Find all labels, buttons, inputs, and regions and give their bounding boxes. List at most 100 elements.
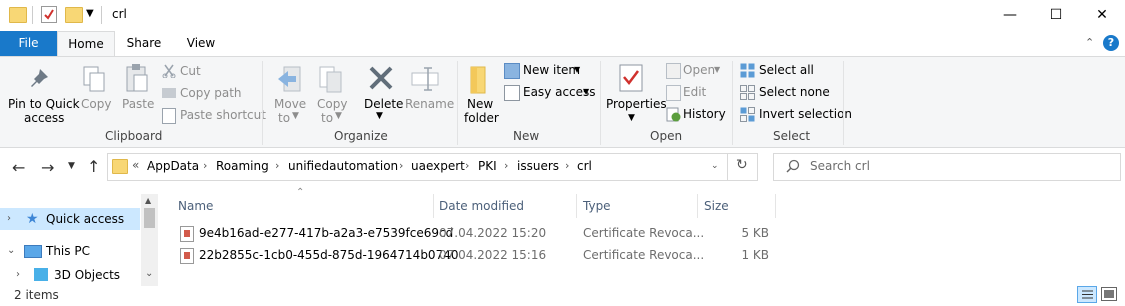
select-none-button[interactable]: Select none [759,85,830,99]
select-none-icon [740,85,755,103]
file-date: 07.04.2022 15:16 [439,248,547,262]
breadcrumb-overflow-icon[interactable]: « [132,158,139,172]
column-separator[interactable] [433,194,434,218]
new-folder-icon[interactable] [65,7,83,23]
collapse-ribbon-icon[interactable]: ⌃ [1085,36,1094,49]
large-icons-view-icon[interactable] [1101,287,1117,301]
tab-file[interactable]: File [0,31,57,56]
pin-quick-access-button[interactable]: Pin to Quick [8,97,80,111]
properties-button[interactable]: Properties [606,97,667,111]
breadcrumb-chevron-icon[interactable]: › [399,159,403,172]
rename-icon [410,65,440,96]
breadcrumb-appdata[interactable]: AppData [147,159,199,173]
column-header-date[interactable]: Date modified [439,196,524,216]
chevron-down-icon: ▼ [335,111,342,121]
up-arrow-icon[interactable]: ↑ [87,157,100,176]
breadcrumb-issuers[interactable]: issuers [517,159,559,173]
ribbon-tabs: File Home Share View ⌃ ? [0,31,1125,57]
paste-shortcut-button[interactable]: Paste shortcut [180,108,266,122]
move-to-button[interactable]: Move [274,97,306,111]
chevron-down-icon: ▼ [583,87,590,96]
details-view-icon[interactable] [1077,286,1097,303]
group-separator [600,61,601,145]
tab-share[interactable]: Share [115,31,173,56]
new-folder-icon [469,65,489,98]
open-button[interactable]: Open [683,63,715,77]
delete-button[interactable]: Delete [364,97,403,111]
address-dropdown-icon[interactable]: ⌄ [711,161,719,171]
table-row[interactable]: 9e4b16ad-e277-417b-a2a3-e7539fce69cd 07.… [172,222,782,244]
forward-arrow-icon[interactable]: → [41,158,54,177]
tab-home[interactable]: Home [57,31,115,57]
history-button[interactable]: History [683,107,726,121]
breadcrumb-chevron-icon[interactable]: › [465,159,469,172]
new-group-label: New [513,129,540,143]
invert-selection-button[interactable]: Invert selection [759,107,852,121]
cut-button[interactable]: Cut [180,64,201,78]
chevron-right-icon[interactable]: › [16,264,20,286]
file-type: Certificate Revoca... [583,226,705,240]
nav-this-pc[interactable]: ⌄ This PC [0,240,140,262]
paste-button[interactable]: Paste [122,97,154,111]
scroll-down-icon[interactable]: ⌄ [145,268,153,279]
history-icon [666,107,681,125]
chevron-down-icon[interactable]: ⌄ [7,240,15,262]
column-separator[interactable] [697,194,698,218]
easy-access-icon [504,85,520,101]
breadcrumb-pki[interactable]: PKI [478,159,497,173]
chevron-right-icon[interactable]: › [7,208,11,230]
clipboard-group-label: Clipboard [105,129,163,143]
new-item-button[interactable]: New item [523,63,580,77]
search-icon [786,159,800,176]
item-count: 2 items [14,288,59,302]
rename-button[interactable]: Rename [405,97,454,111]
column-separator[interactable] [775,194,776,218]
column-separator[interactable] [576,194,577,218]
help-icon[interactable]: ? [1103,35,1119,51]
customize-toolbar-icon[interactable]: ▼ [86,8,94,19]
tab-view[interactable]: View [173,31,229,56]
pin-icon [29,67,51,94]
breadcrumb-crl[interactable]: crl [577,159,592,173]
select-all-icon [740,63,755,81]
edit-button[interactable]: Edit [683,85,706,99]
column-header-type[interactable]: Type [583,196,611,216]
breadcrumb-chevron-icon[interactable]: › [203,159,207,172]
properties-check-icon[interactable] [41,6,57,23]
maximize-button[interactable]: ☐ [1033,0,1079,31]
scrollbar-thumb[interactable] [144,208,155,228]
nav-quick-access[interactable]: › ★ Quick access [0,208,140,230]
back-arrow-icon[interactable]: ← [12,158,25,177]
scroll-up-icon[interactable]: ▲ [145,196,151,205]
file-size: 1 KB [741,248,769,262]
column-header-name[interactable]: Name [178,196,213,216]
breadcrumb-roaming[interactable]: Roaming [216,159,269,173]
breadcrumb-chevron-icon[interactable]: › [504,159,508,172]
folder-icon [9,7,27,23]
computer-icon [24,245,42,258]
recent-locations-icon[interactable]: ▼ [68,161,75,171]
breadcrumb-chevron-icon[interactable]: › [275,159,279,172]
copy-path-button[interactable]: Copy path [180,86,242,100]
breadcrumb-unifiedautomation[interactable]: unifiedautomation [288,159,398,173]
open-icon [666,63,681,79]
folder-icon [112,159,128,174]
copy-to-button[interactable]: Copy [317,97,347,111]
nav-3d-objects[interactable]: › 3D Objects [0,264,140,286]
close-button[interactable]: ✕ [1079,0,1125,31]
ribbon: Pin to Quick access Copy Paste Cut Copy … [0,56,1125,148]
copy-button[interactable]: Copy [81,97,111,111]
refresh-icon[interactable]: ↻ [736,157,748,173]
scrollbar[interactable]: ▲ ⌄ [141,194,158,286]
column-header-size[interactable]: Size [704,196,729,216]
table-row[interactable]: 22b2855c-1cb0-455d-875d-1964714b0740 07.… [172,244,782,266]
file-date: 07.04.2022 15:20 [439,226,547,240]
select-all-button[interactable]: Select all [759,63,814,77]
breadcrumb-chevron-icon[interactable]: › [565,159,569,172]
chevron-down-icon: ▼ [292,111,299,121]
breadcrumb-uaexpert[interactable]: uaexpert [411,159,465,173]
new-folder-button[interactable]: New [467,97,493,111]
minimize-button[interactable]: — [987,0,1033,31]
nav-label: Quick access [46,212,125,226]
navigation-pane: › ★ Quick access ⌄ This PC › 3D Objects … [0,194,158,286]
